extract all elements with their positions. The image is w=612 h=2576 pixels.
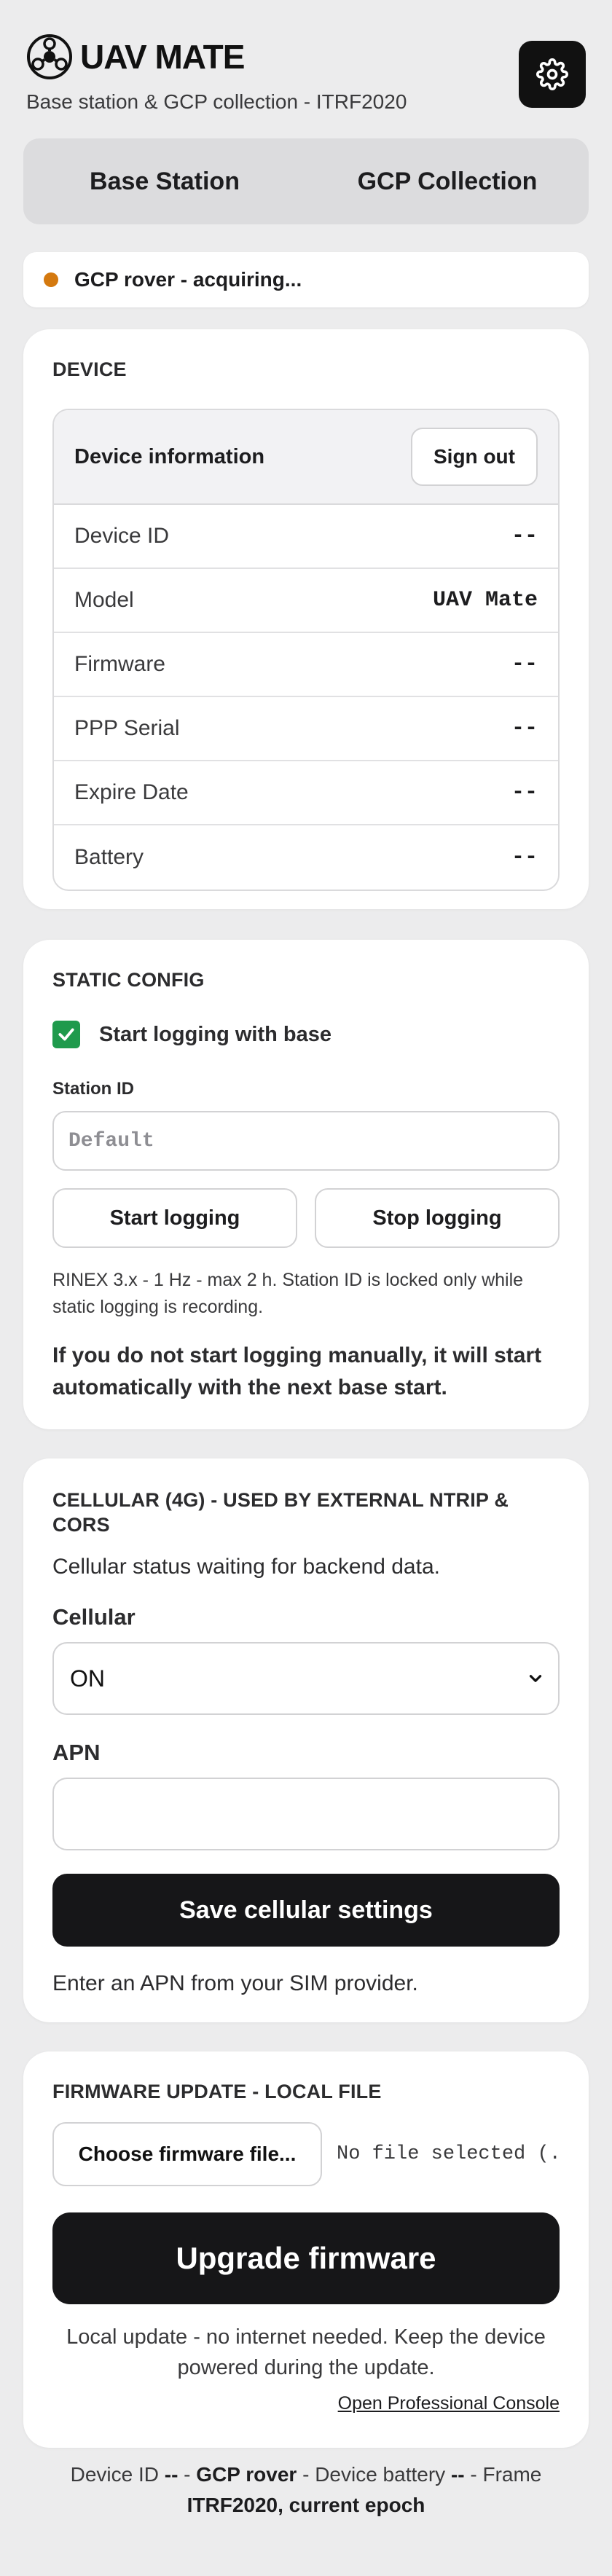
start-logging-button[interactable]: Start logging [52,1188,297,1248]
firmware-card: FIRMWARE UPDATE - LOCAL FILE Choose firm… [23,2051,589,2448]
static-config-hint: RINEX 3.x - 1 Hz - max 2 h. Station ID i… [52,1270,524,1317]
station-id-input[interactable] [52,1111,560,1171]
drone-logo-icon [27,34,72,79]
app-subtitle: Base station & GCP collection - ITRF2020 [26,90,407,113]
device-info-header-label: Device information [74,444,265,468]
info-row-model: Model UAV Mate [54,569,558,633]
footer-battery-value: -- [450,2463,465,2486]
tab-gcp-collection[interactable]: GCP Collection [306,138,589,224]
info-value: -- [511,780,538,805]
info-value: -- [511,524,538,549]
app-title: UAV MATE [80,38,245,76]
static-config-title: STATIC CONFIG [52,969,205,991]
footer-frame-label: Frame [482,2463,542,2486]
tab-base-station[interactable]: Base Station [23,138,306,224]
status-indicator-dot [44,272,58,287]
device-card-title: DEVICE [52,358,127,380]
open-professional-console-link[interactable]: Open Professional Console [52,2393,560,2414]
static-config-note: If you do not start logging manually, it… [52,1343,542,1399]
logging-buttons: Start logging Stop logging [52,1188,560,1248]
info-label: Battery [74,845,144,869]
cellular-card-title: CELLULAR (4G) - USED BY EXTERNAL NTRIP &… [52,1489,509,1536]
status-text: GCP rover - acquiring... [74,268,302,291]
settings-button[interactable] [519,41,586,108]
apn-hint: Enter an APN from your SIM provider. [52,1971,418,1995]
cellular-card: CELLULAR (4G) - USED BY EXTERNAL NTRIP &… [23,1458,589,2022]
stop-logging-button[interactable]: Stop logging [315,1188,560,1248]
info-row-device-id: Device ID -- [54,505,558,569]
cellular-label: Cellular [52,1604,136,1630]
start-logging-with-base-toggle[interactable]: Start logging with base [52,1021,560,1048]
info-row-firmware: Firmware -- [54,633,558,697]
info-row-expire-date: Expire Date -- [54,761,558,825]
no-file-selected-text: No file selected (. [337,2143,560,2165]
apn-input[interactable] [52,1778,560,1850]
footer-device-id-value: -- [164,2463,178,2486]
info-label: Device ID [74,524,170,548]
footer-status: Device ID -- - GCP rover - Device batter… [70,2463,542,2516]
save-cellular-settings-button[interactable]: Save cellular settings [52,1874,560,1947]
cellular-select-value: ON [70,1665,105,1692]
footer-battery-label: Device battery [315,2463,446,2486]
info-row-ppp-serial: PPP Serial -- [54,697,558,761]
cellular-status-text: Cellular status waiting for backend data… [52,1555,440,1579]
gear-icon [536,58,568,90]
info-row-battery: Battery -- [54,825,558,890]
info-label: Expire Date [74,780,189,804]
logo-row: UAV MATE [26,32,586,82]
firmware-file-picker: Choose firmware file... No file selected… [52,2122,560,2186]
info-value: -- [511,716,538,741]
choose-firmware-file-button[interactable]: Choose firmware file... [52,2122,322,2186]
mode-tabs: Base Station GCP Collection [23,138,589,224]
info-value: -- [511,652,538,677]
chevron-down-icon [529,1675,542,1682]
status-bar: GCP rover - acquiring... [23,252,589,307]
info-value: -- [511,845,538,870]
checkbox-label: Start logging with base [99,1022,332,1046]
info-label: PPP Serial [74,716,180,740]
checkmark-icon [58,1028,74,1041]
checkbox-checked[interactable] [52,1021,80,1048]
apn-label: APN [52,1740,101,1765]
device-card: DEVICE Device information Sign out Devic… [23,329,589,909]
footer-frame-value: ITRF2020, current epoch [187,2494,425,2516]
firmware-hint: Local update - no internet needed. Keep … [66,2325,546,2379]
footer-device-id-label: Device ID [70,2463,159,2486]
device-info-table: Device information Sign out Device ID --… [52,409,560,891]
app-header: UAV MATE Base station & GCP collection -… [26,32,586,119]
firmware-card-title: FIRMWARE UPDATE - LOCAL FILE [52,2081,382,2102]
static-config-card: STATIC CONFIG Start logging with base St… [23,940,589,1429]
device-info-header: Device information Sign out [54,410,558,505]
footer-mode: GCP rover [196,2463,297,2486]
upgrade-firmware-button[interactable]: Upgrade firmware [52,2212,560,2304]
info-label: Model [74,588,134,612]
info-value: UAV Mate [432,588,538,613]
station-id-label: Station ID [52,1079,134,1099]
cellular-select[interactable]: ON [52,1642,560,1715]
sign-out-button[interactable]: Sign out [411,428,538,486]
info-label: Firmware [74,652,165,676]
